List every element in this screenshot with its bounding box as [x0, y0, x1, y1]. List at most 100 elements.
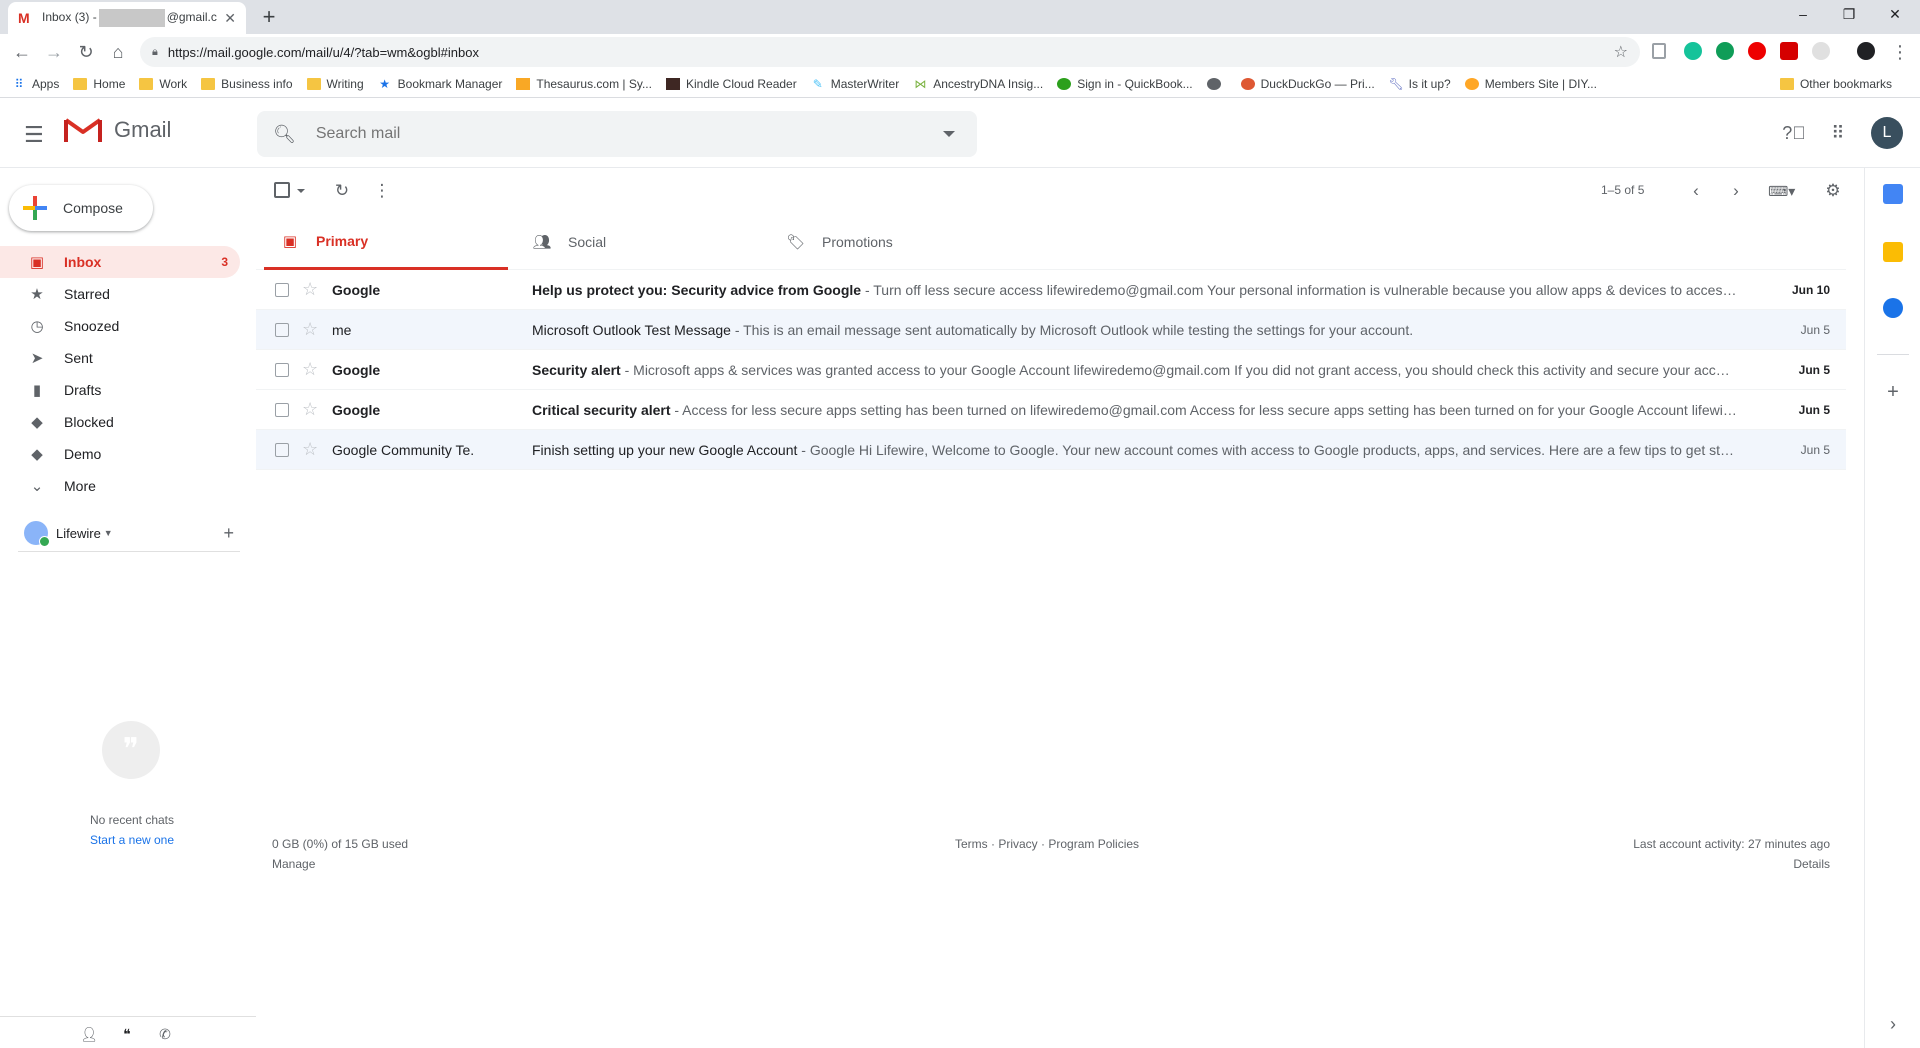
people-icon: 👥︎ — [532, 234, 552, 251]
minimize-window-button[interactable]: – — [1780, 0, 1826, 30]
bookmark-star-icon[interactable]: ☆ — [1614, 42, 1628, 62]
extension-pocket-icon[interactable] — [1780, 42, 1798, 60]
select-dropdown-icon[interactable] — [297, 189, 305, 193]
address-bar[interactable]: 🔒︎ https://mail.google.com/mail/u/4/?tab… — [140, 37, 1640, 67]
bookmark-home[interactable]: Home — [73, 77, 125, 91]
row-checkbox[interactable] — [275, 323, 289, 337]
extension-green-icon[interactable] — [1716, 42, 1734, 60]
older-page-icon[interactable]: › — [1725, 180, 1747, 202]
extension-grey-icon[interactable] — [1812, 42, 1830, 60]
browser-menu-icon[interactable]: ⋮ — [1888, 40, 1912, 64]
start-new-chat-link[interactable]: Start a new one — [0, 833, 264, 847]
reload-button[interactable]: ↻ — [74, 40, 98, 64]
bookmark-bookmark-manager[interactable]: ★ Bookmark Manager — [378, 77, 502, 91]
bookmark-is-it-up[interactable]: 🔧︎ Is it up? — [1389, 77, 1451, 91]
bookmark-writing[interactable]: Writing — [306, 77, 364, 91]
extension-document-icon[interactable] — [1652, 43, 1666, 59]
restore-window-button[interactable]: ❐ — [1826, 0, 1872, 30]
email-row[interactable]: ☆ Google Help us protect you: Security a… — [256, 270, 1846, 310]
row-checkbox[interactable] — [275, 363, 289, 377]
keep-icon[interactable] — [1883, 242, 1903, 262]
close-window-button[interactable]: ✕ — [1872, 0, 1918, 30]
browser-tab-gmail[interactable]: M Inbox (3) - @gmail.c ✕ — [8, 2, 246, 34]
calendar-icon[interactable] — [1883, 184, 1903, 204]
email-row[interactable]: ☆ me Microsoft Outlook Test Message - Th… — [256, 310, 1846, 350]
refresh-icon[interactable]: ↻ — [331, 180, 353, 202]
new-tab-button[interactable]: + — [256, 5, 282, 31]
activity-details-link[interactable]: Details — [1633, 854, 1830, 874]
mail-toolbar: ↻ ⋮ 1–5 of 5 ‹ › ⌨▾ ⚙ — [256, 170, 1846, 214]
settings-gear-icon[interactable]: ⚙ — [1822, 180, 1844, 202]
tab-social[interactable]: 👥︎ Social — [516, 214, 760, 270]
tab-close-icon[interactable]: ✕ — [224, 10, 236, 27]
sidebar-item-starred[interactable]: ★ Starred — [0, 278, 240, 310]
browser-profile-icon[interactable] — [1857, 42, 1875, 60]
newer-page-icon[interactable]: ‹ — [1685, 180, 1707, 202]
show-side-panel-chevron-icon[interactable]: › — [1883, 1014, 1903, 1034]
hangouts-account[interactable]: Lifewire ▼ + — [24, 515, 234, 551]
bookmark-work[interactable]: Work — [139, 77, 187, 91]
bookmark-duckduckgo[interactable]: DuckDuckGo — Pri... — [1240, 77, 1375, 91]
email-sender: Google — [332, 361, 381, 378]
search-icon[interactable]: 🔍︎ — [273, 124, 296, 145]
bookmark-ancestry[interactable]: ⋈ AncestryDNA Insig... — [913, 77, 1043, 91]
extension-opera-icon[interactable] — [1748, 42, 1766, 60]
new-chat-plus-icon[interactable]: + — [223, 523, 234, 544]
main-menu-icon[interactable]: ☰ — [24, 122, 44, 148]
get-addons-plus-icon[interactable]: + — [1883, 382, 1903, 402]
forward-button[interactable]: → — [42, 40, 66, 64]
sidebar-item-drafts[interactable]: ▮ Drafts — [0, 374, 240, 406]
row-checkbox[interactable] — [275, 403, 289, 417]
bookmark-other[interactable]: Other bookmarks — [1779, 77, 1892, 91]
back-button[interactable]: ← — [10, 40, 34, 64]
email-row[interactable]: ☆ Google Community Te. Finish setting up… — [256, 430, 1846, 470]
bookmark-kindle[interactable]: Kindle Cloud Reader — [665, 77, 797, 91]
bookmark-apps[interactable]: ⠿ Apps — [12, 77, 60, 91]
gmail-logo[interactable]: Gmail — [64, 116, 171, 144]
sidebar-item-blocked[interactable]: ◆ Blocked — [0, 406, 240, 438]
search-options-icon[interactable] — [943, 131, 955, 137]
input-tools-icon[interactable]: ⌨▾ — [1768, 180, 1795, 202]
star-outline-icon[interactable]: ☆ — [302, 439, 318, 460]
apps-grid-icon[interactable]: ⠿ — [1825, 120, 1851, 146]
sidebar-item-snoozed[interactable]: ◷ Snoozed — [0, 310, 240, 342]
bookmark-globe[interactable] — [1206, 77, 1227, 90]
privacy-link[interactable]: Privacy — [998, 837, 1037, 851]
bookmark-members-site[interactable]: Members Site | DIY... — [1464, 77, 1597, 91]
extension-grammarly-icon[interactable] — [1684, 42, 1702, 60]
contacts-icon[interactable]: 👤︎ — [80, 1025, 98, 1043]
star-outline-icon[interactable]: ☆ — [302, 399, 318, 420]
compose-button[interactable]: Compose — [9, 185, 153, 231]
tab-primary[interactable]: ▣ Primary — [264, 214, 508, 270]
hangouts-icon[interactable]: ❝ — [118, 1025, 136, 1043]
no-recent-chats-text: No recent chats — [89, 813, 175, 827]
phone-icon[interactable]: ✆ — [156, 1025, 174, 1043]
bookmark-thesaurus[interactable]: Thesaurus.com | Sy... — [516, 77, 652, 91]
star-outline-icon[interactable]: ☆ — [302, 279, 318, 300]
sidebar-item-inbox[interactable]: ▣ Inbox 3 — [0, 246, 240, 278]
home-button[interactable]: ⌂ — [106, 40, 130, 64]
tab-promotions[interactable]: 🏷︎ Promotions — [770, 214, 1014, 270]
row-checkbox[interactable] — [275, 283, 289, 297]
sidebar-item-demo[interactable]: ◆ Demo — [0, 438, 240, 470]
email-row[interactable]: ☆ Google Critical security alert - Acces… — [256, 390, 1846, 430]
more-options-icon[interactable]: ⋮ — [371, 180, 393, 202]
star-outline-icon[interactable]: ☆ — [302, 359, 318, 380]
sidebar-item-more[interactable]: ⌄ More — [0, 470, 240, 502]
row-checkbox[interactable] — [275, 443, 289, 457]
select-all-checkbox[interactable] — [274, 182, 290, 198]
help-icon[interactable]: ?⃝ — [1781, 120, 1807, 146]
bookmark-business-info[interactable]: Business info — [201, 77, 293, 91]
terms-link[interactable]: Terms — [955, 837, 988, 851]
search-input[interactable] — [315, 125, 943, 143]
bookmark-quickbooks[interactable]: Sign in - QuickBook... — [1057, 77, 1193, 91]
bookmark-masterwriter[interactable]: ✎ MasterWriter — [811, 77, 899, 91]
sidebar-item-sent[interactable]: ➤ Sent — [0, 342, 240, 374]
program-policies-link[interactable]: Program Policies — [1048, 837, 1139, 851]
tasks-icon[interactable] — [1883, 298, 1903, 318]
star-outline-icon[interactable]: ☆ — [302, 319, 318, 340]
account-avatar[interactable]: L — [1871, 117, 1903, 149]
email-row[interactable]: ☆ Google Security alert - Microsoft apps… — [256, 350, 1846, 390]
manage-storage-link[interactable]: Manage — [272, 854, 408, 874]
email-snippet: - Microsoft apps & services was granted … — [620, 361, 1737, 378]
